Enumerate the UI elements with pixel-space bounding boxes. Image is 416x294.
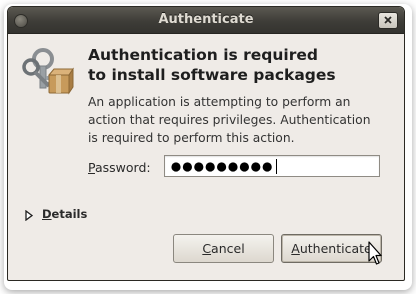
heading-line-2: to install software packages xyxy=(88,66,336,84)
password-dot xyxy=(251,162,261,172)
password-dot xyxy=(194,162,204,172)
password-field[interactable] xyxy=(164,155,380,177)
cancel-mnemonic: C xyxy=(202,241,212,256)
password-dot xyxy=(205,162,215,172)
password-dot xyxy=(182,162,192,172)
dialog-description: An application is attempting to perform … xyxy=(88,93,388,147)
authenticate-label: uthenticate xyxy=(299,241,372,256)
description-line-2: action that requires privileges. Authent… xyxy=(88,113,371,127)
window-title: Authenticate xyxy=(158,12,254,27)
close-button[interactable] xyxy=(378,12,398,29)
details-expander-icon[interactable] xyxy=(25,210,33,221)
password-dot xyxy=(262,162,272,172)
authenticate-button[interactable]: Authenticate xyxy=(281,234,382,263)
password-dot xyxy=(228,162,238,172)
title-bar[interactable]: Authenticate xyxy=(8,7,404,34)
text-caret xyxy=(276,159,277,174)
details-mnemonic: D xyxy=(42,207,52,221)
authenticate-mnemonic: A xyxy=(291,241,300,256)
password-label-mnemonic: P xyxy=(88,160,95,175)
details-label: etails xyxy=(51,207,88,221)
password-mask xyxy=(171,162,272,172)
password-label: Password: xyxy=(88,160,151,175)
authenticate-dialog: Authenticate Authentication is required … xyxy=(7,6,405,281)
heading-line-1: Authentication is required xyxy=(88,46,318,64)
keys-package-icon xyxy=(22,48,74,95)
password-label-text: assword: xyxy=(94,160,151,175)
cancel-label: ancel xyxy=(211,241,245,256)
password-dot xyxy=(239,162,249,172)
password-dot xyxy=(171,162,181,172)
dialog-heading: Authentication is required to install so… xyxy=(88,45,336,85)
password-dot xyxy=(217,162,227,172)
mouse-pointer-icon xyxy=(368,241,382,265)
details-expander[interactable]: Details xyxy=(42,207,87,221)
close-icon xyxy=(384,16,392,24)
description-line-1: An application is attempting to perform … xyxy=(88,95,351,109)
description-line-3: is required to perform this action. xyxy=(88,131,295,145)
cancel-button[interactable]: Cancel xyxy=(173,234,274,263)
